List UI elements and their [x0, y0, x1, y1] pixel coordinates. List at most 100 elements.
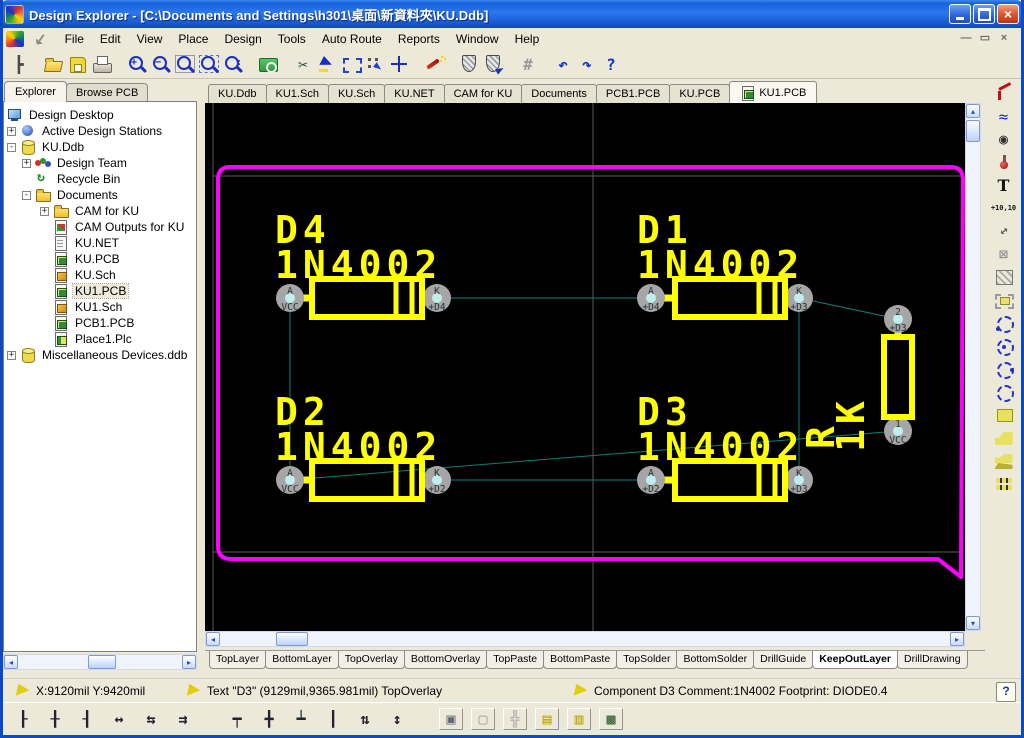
mdi-close-button[interactable]: ×	[996, 32, 1012, 46]
panel-tab[interactable]: Browse PCB	[66, 83, 148, 102]
menu-item[interactable]: Tools	[270, 29, 314, 49]
redo-icon[interactable]: ↷	[575, 53, 599, 75]
layer-tab[interactable]: KeepOutLayer	[812, 651, 898, 669]
arrange-outside-icon[interactable]: ▥	[567, 708, 591, 730]
menu-item[interactable]: File	[57, 29, 92, 49]
place-coordinate-icon[interactable]: +10,10	[992, 199, 1016, 217]
document-tab[interactable]: KU.Ddb	[208, 84, 267, 103]
component-D2[interactable]: AVCCK+D2D21N4002	[275, 390, 451, 499]
tree-item[interactable]: KU.NET	[4, 235, 196, 251]
save-icon[interactable]	[66, 53, 90, 75]
silkscreen-text[interactable]: 1N4002	[275, 243, 442, 287]
open-icon[interactable]	[42, 53, 66, 75]
increase-v-spacing-icon[interactable]: ⇅	[353, 708, 377, 730]
distribute-horizontal-icon[interactable]: ↔	[107, 708, 131, 730]
snap-grid-icon[interactable]: ╬	[503, 708, 527, 730]
layer-tab[interactable]: BottomPaste	[543, 651, 617, 669]
document-tab[interactable]: Documents	[521, 84, 597, 103]
place-arc-edge-icon[interactable]	[992, 314, 1016, 332]
layer-tab[interactable]: TopSolder	[616, 651, 677, 669]
silkscreen-text[interactable]: 1N4002	[275, 425, 442, 469]
scrollbar-thumb[interactable]	[276, 632, 308, 646]
tree-item[interactable]: KU1.Sch	[4, 299, 196, 315]
place-track-icon[interactable]	[992, 84, 1016, 102]
print-icon[interactable]	[90, 53, 114, 75]
decrease-h-spacing-icon[interactable]: ⇉	[171, 708, 195, 730]
scrollbar-thumb[interactable]	[88, 655, 116, 669]
grid-icon[interactable]: #	[516, 53, 540, 75]
tree-item[interactable]: + Miscellaneous Devices.ddb	[4, 347, 196, 363]
place-arc-angle-icon[interactable]	[992, 360, 1016, 378]
place-pad-icon[interactable]: ◉	[992, 130, 1016, 148]
layer-tab[interactable]: BottomOverlay	[404, 651, 487, 669]
place-polygon-icon[interactable]	[992, 429, 1016, 447]
component-R[interactable]: 2+D31VCCR1K	[799, 305, 912, 452]
menu-item[interactable]: Edit	[92, 29, 129, 49]
tree-toggle[interactable]: -	[7, 143, 16, 152]
selection-frame-icon[interactable]: ▢	[471, 708, 495, 730]
pcb-canvas[interactable]: AVCCK+D4D41N4002A+D4K+D3D11N4002AVCCK+D2…	[205, 103, 965, 631]
tree-item[interactable]: Recycle Bin	[4, 171, 196, 187]
layer-tab[interactable]: DrillGuide	[753, 651, 813, 669]
tree-item[interactable]: PCB1.PCB	[4, 315, 196, 331]
mdi-restore-button[interactable]: ▭	[977, 32, 993, 46]
place-component-icon[interactable]	[992, 291, 1016, 309]
place-string-icon[interactable]: T	[992, 176, 1016, 194]
menu-item[interactable]: Window	[448, 29, 507, 49]
place-via-icon[interactable]	[992, 153, 1016, 171]
move-item-icon[interactable]	[363, 53, 387, 75]
layer-tab[interactable]: DrillDrawing	[897, 651, 968, 669]
place-polygon-cutout-icon[interactable]	[992, 452, 1016, 470]
zoom-point-icon[interactable]: :	[221, 53, 245, 75]
menu-item[interactable]: Auto Route	[314, 29, 390, 49]
board-view-icon[interactable]	[256, 53, 280, 75]
tree-item[interactable]: - KU.Ddb	[4, 139, 196, 155]
tree-item[interactable]: CAM Outputs for KU	[4, 219, 196, 235]
menu-item[interactable]: Help	[507, 29, 548, 49]
context-help-button[interactable]: ?	[996, 682, 1016, 702]
paste-array-icon[interactable]	[992, 475, 1016, 493]
layer-tab[interactable]: BottomSolder	[676, 651, 754, 669]
align-center-horizontal-icon[interactable]: ╂	[43, 708, 67, 730]
design-manager-icon[interactable]: ┣	[7, 53, 31, 75]
tree-item[interactable]: KU.Sch	[4, 267, 196, 283]
tree-toggle[interactable]: -	[22, 191, 31, 200]
silkscreen-text[interactable]: 1K	[829, 396, 873, 452]
app-menu-icon[interactable]	[6, 31, 24, 47]
paste-arrow-icon[interactable]	[315, 53, 339, 75]
canvas-horizontal-scrollbar[interactable]: ◂ ▸	[205, 631, 965, 647]
place-dimension-icon[interactable]: ↔	[989, 217, 1019, 246]
zoom-in-icon[interactable]: +	[125, 53, 149, 75]
scroll-left-icon[interactable]: ◂	[4, 655, 18, 669]
tree-item[interactable]: + CAM for KU	[4, 203, 196, 219]
tree-item[interactable]: KU.PCB	[4, 251, 196, 267]
polygon-shield-icon[interactable]	[457, 53, 481, 75]
canvas-vertical-scrollbar[interactable]: ▴ ▾	[965, 103, 981, 631]
arrange-components-icon[interactable]: ▤	[535, 708, 559, 730]
menu-item[interactable]: Reports	[390, 29, 448, 49]
document-tab[interactable]: KU.PCB	[669, 84, 730, 103]
silkscreen-text[interactable]: 1N4002	[637, 425, 804, 469]
deselect-wand-icon[interactable]	[422, 53, 446, 75]
layer-tab[interactable]: TopLayer	[209, 651, 266, 669]
minimize-button[interactable]	[949, 4, 971, 24]
scroll-down-icon[interactable]: ▾	[966, 616, 980, 630]
zoom-area-icon[interactable]	[197, 53, 221, 75]
close-button[interactable]: ×	[997, 4, 1019, 24]
align-middle-icon[interactable]: ╋	[257, 708, 281, 730]
menu-item[interactable]: Place	[170, 29, 216, 49]
place-full-circle-icon[interactable]	[992, 383, 1016, 401]
scrollbar-thumb[interactable]	[966, 120, 980, 142]
align-right-icon[interactable]: ┨	[75, 708, 99, 730]
menu-item[interactable]: View	[129, 29, 171, 49]
document-tab[interactable]: CAM for KU	[444, 84, 523, 103]
help-icon[interactable]: ?	[599, 53, 623, 75]
component-D1[interactable]: A+D4K+D3D11N4002	[637, 208, 813, 317]
panel-tab[interactable]: Explorer	[4, 81, 67, 102]
menu-item[interactable]: Design	[216, 29, 269, 49]
scroll-up-icon[interactable]: ▴	[966, 104, 980, 118]
scroll-right-icon[interactable]: ▸	[950, 632, 964, 646]
tree-toggle[interactable]: +	[40, 207, 49, 216]
tree-item[interactable]: + Design Team	[4, 155, 196, 171]
layer-tab[interactable]: BottomLayer	[265, 651, 339, 669]
